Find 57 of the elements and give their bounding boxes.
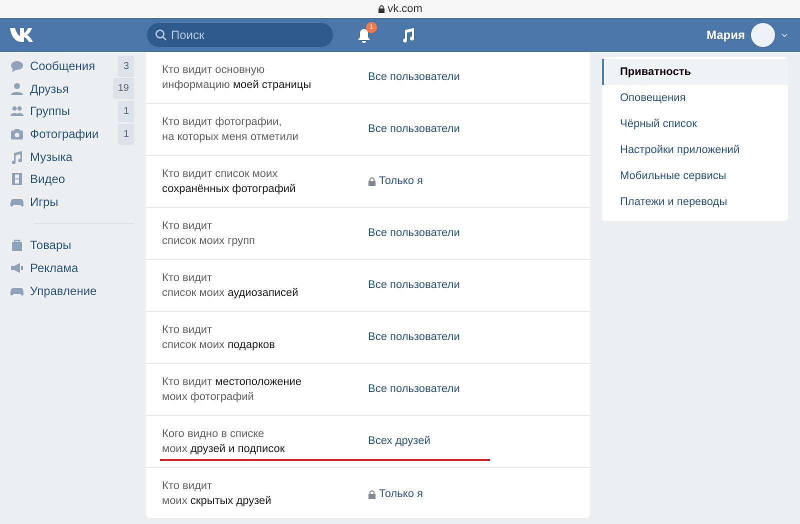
privacy-value-link[interactable]: Только я xyxy=(368,173,423,190)
setting-question: Кто видит список моих сохранённых фотографий xyxy=(162,166,297,196)
privacy-value-link[interactable]: Только я xyxy=(368,486,423,502)
film-icon xyxy=(10,172,24,186)
bag-icon xyxy=(10,238,24,252)
privacy-value-link[interactable]: Все пользователи xyxy=(368,381,460,398)
camera-icon xyxy=(10,127,24,142)
privacy-value-link[interactable]: Все пользователи xyxy=(368,69,460,86)
settings-menu-item[interactable]: Мобильные сервисы xyxy=(602,163,788,189)
setting-question: Кто видит список моих аудиозаписей xyxy=(162,270,300,300)
privacy-value-link[interactable]: Все пользователи xyxy=(368,121,460,138)
sidebar-item[interactable]: Друзья 19 xyxy=(10,78,134,100)
privacy-value-link[interactable]: Всех друзей xyxy=(368,433,430,450)
sidebar-item[interactable]: Управление xyxy=(10,279,134,302)
sidebar-item[interactable]: Музыка xyxy=(10,145,134,168)
megaphone-icon xyxy=(10,261,24,276)
setting-question: Кого видно в списке моих друзей и подписок xyxy=(162,426,286,456)
setting-question: Кто видит фотографии, на которых меня отметили xyxy=(162,114,300,144)
lock-icon xyxy=(368,490,376,498)
sidebar-item[interactable]: Фотографии 1 xyxy=(10,122,134,146)
chat-icon xyxy=(10,59,24,74)
user-name[interactable]: Мария xyxy=(706,26,745,44)
sidebar-item[interactable]: Группы 1 xyxy=(10,100,134,123)
settings-menu-item[interactable]: Платежи и переводы xyxy=(602,189,788,215)
avatar[interactable] xyxy=(751,23,775,47)
lock-icon xyxy=(378,5,385,13)
sidebar-item[interactable]: Товары xyxy=(10,234,134,257)
setting-question: Кто видит местоположение моих фотографий xyxy=(162,374,303,404)
music-note-icon xyxy=(10,150,24,164)
privacy-value-link[interactable]: Все пользователи xyxy=(368,329,460,346)
settings-menu-item[interactable]: Оповещения xyxy=(602,85,788,111)
setting-question: Кто видит моих скрытых друзей xyxy=(162,479,272,509)
person-icon xyxy=(10,82,24,96)
setting-question: Кто видит список моих групп xyxy=(162,218,256,248)
setting-question: Кто видит основную информацию моей страницы xyxy=(162,62,312,92)
address-url[interactable]: vk.com xyxy=(388,0,422,18)
settings-menu-item[interactable]: Приватность xyxy=(602,59,788,85)
search-field[interactable]: Поиск xyxy=(147,23,333,47)
sidebar-item[interactable]: Сообщения 3 xyxy=(10,55,134,78)
setting-question: Кто видит список моих подарков xyxy=(162,322,276,352)
lock-icon xyxy=(368,177,376,186)
count-badge: 19 xyxy=(112,78,134,100)
privacy-value-link[interactable]: Все пользователи xyxy=(368,225,460,242)
logo-icon[interactable] xyxy=(9,27,35,43)
sidebar-item[interactable]: Реклама xyxy=(10,256,134,280)
settings-menu-item[interactable]: Чёрный список xyxy=(602,111,788,137)
people-icon xyxy=(10,104,24,118)
sidebar-item[interactable]: Видео xyxy=(10,168,134,191)
bell-icon xyxy=(357,28,371,44)
sidebar-item[interactable]: Игры xyxy=(10,190,134,214)
count-badge: 1 xyxy=(118,124,134,145)
music-icon[interactable] xyxy=(401,27,415,43)
count-badge: 3 xyxy=(118,56,134,77)
settings-menu-item[interactable]: Настройки приложений xyxy=(602,137,788,163)
count-badge: 1 xyxy=(118,100,134,122)
caret-icon[interactable] xyxy=(781,32,788,38)
privacy-value-link[interactable]: Все пользователи xyxy=(368,277,460,294)
